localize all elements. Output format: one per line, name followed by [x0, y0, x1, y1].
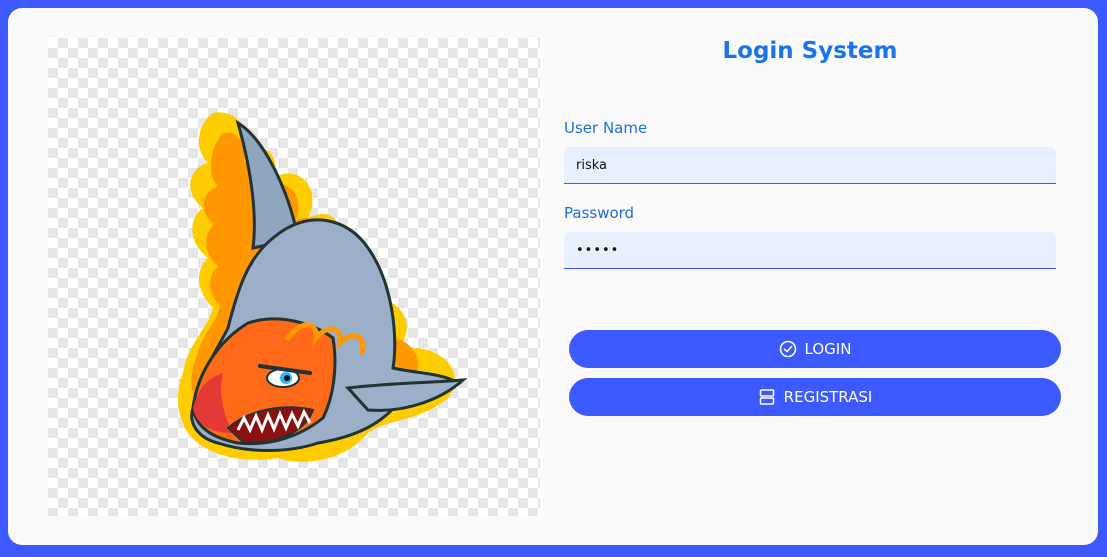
shark-mascot-illustration [178, 112, 468, 462]
login-button-label: LOGIN [804, 340, 852, 358]
shark-mascot-image [48, 38, 540, 516]
page-title: Login System [722, 38, 898, 64]
password-field[interactable]: ••••• [564, 232, 1056, 269]
register-button-label: REGISTRASI [783, 388, 873, 406]
username-field[interactable]: riska [564, 147, 1056, 184]
login-card: Login System User Name riska Password ••… [8, 8, 1098, 545]
register-button[interactable]: REGISTRASI [569, 378, 1061, 416]
check-circle-icon [779, 340, 797, 358]
password-label: Password [564, 204, 635, 222]
server-icon [758, 388, 776, 406]
login-button[interactable]: LOGIN [569, 330, 1061, 368]
username-label: User Name [564, 119, 648, 137]
